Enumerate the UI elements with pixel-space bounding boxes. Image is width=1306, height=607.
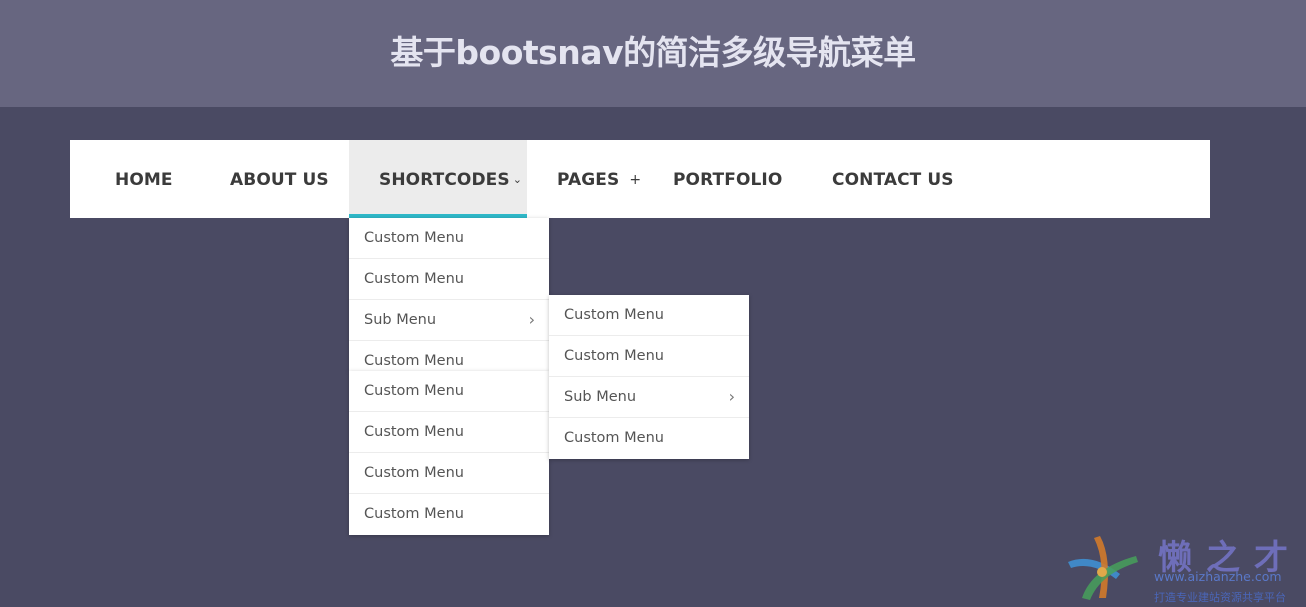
dropdown-item-label: Sub Menu (364, 312, 437, 328)
nav-item-label: PAGES (557, 170, 620, 190)
chevron-down-icon: ⌄ (512, 173, 523, 186)
main-navbar: HOME ABOUT US SHORTCODES ⌄ PAGES + PORTFOL… (70, 140, 1210, 218)
nav-item-home[interactable]: HOME (115, 140, 173, 218)
plus-icon: + (629, 172, 642, 188)
chevron-right-icon: › (528, 310, 535, 329)
nav-item-portfolio[interactable]: PORTFOLIO (673, 140, 782, 218)
sub-menu-dropdown: Custom Menu Custom Menu Sub Menu › Custo… (549, 295, 749, 459)
nav-item-label: HOME (115, 170, 173, 190)
watermark-tagline: 打造专业建站资源共享平台 (1154, 591, 1286, 604)
page-title: 基于bootsnav的简洁多级导航菜单 (390, 33, 916, 72)
watermark: 懒之才 www.aizhanzhe.com 打造专业建站资源共享平台 (1062, 528, 1306, 607)
nav-item-contact-us[interactable]: CONTACT US (832, 140, 954, 218)
nav-item-about-us[interactable]: ABOUT US (230, 140, 329, 218)
dropdown-item[interactable]: Custom Menu (349, 341, 549, 371)
dropdown-submenu-item[interactable]: Sub Menu › (549, 377, 749, 418)
shortcodes-dropdown: Custom Menu Custom Menu Sub Menu › Custo… (349, 218, 549, 371)
dropdown-item[interactable]: Custom Menu (349, 259, 549, 300)
dropdown-item[interactable]: Custom Menu (349, 412, 549, 453)
dropdown-item[interactable]: Custom Menu (549, 295, 749, 336)
page-header: 基于bootsnav的简洁多级导航菜单 (0, 0, 1306, 107)
nav-item-label: ABOUT US (230, 170, 329, 190)
dropdown-submenu-item[interactable]: Sub Menu › (349, 300, 549, 341)
shortcodes-dropdown-lower: Custom Menu Custom Menu Custom Menu Cust… (349, 371, 549, 535)
dropdown-item-label: Sub Menu (564, 389, 637, 405)
nav-item-pages[interactable]: PAGES + (557, 140, 641, 218)
nav-item-shortcodes[interactable]: SHORTCODES ⌄ (349, 140, 527, 218)
nav-item-label: PORTFOLIO (673, 170, 783, 190)
watermark-url: www.aizhanzhe.com (1154, 569, 1282, 584)
dropdown-item[interactable]: Custom Menu (349, 371, 549, 412)
chevron-right-icon: › (728, 387, 735, 406)
nav-item-label: CONTACT US (832, 170, 954, 190)
dropdown-item[interactable]: Custom Menu (349, 453, 549, 494)
dropdown-item[interactable]: Custom Menu (549, 418, 749, 459)
watermark-logo-icon (1068, 536, 1138, 600)
dropdown-item[interactable]: Custom Menu (349, 218, 549, 259)
dropdown-item[interactable]: Custom Menu (549, 336, 749, 377)
nav-item-label: SHORTCODES (379, 170, 510, 190)
dropdown-item[interactable]: Custom Menu (349, 494, 549, 535)
